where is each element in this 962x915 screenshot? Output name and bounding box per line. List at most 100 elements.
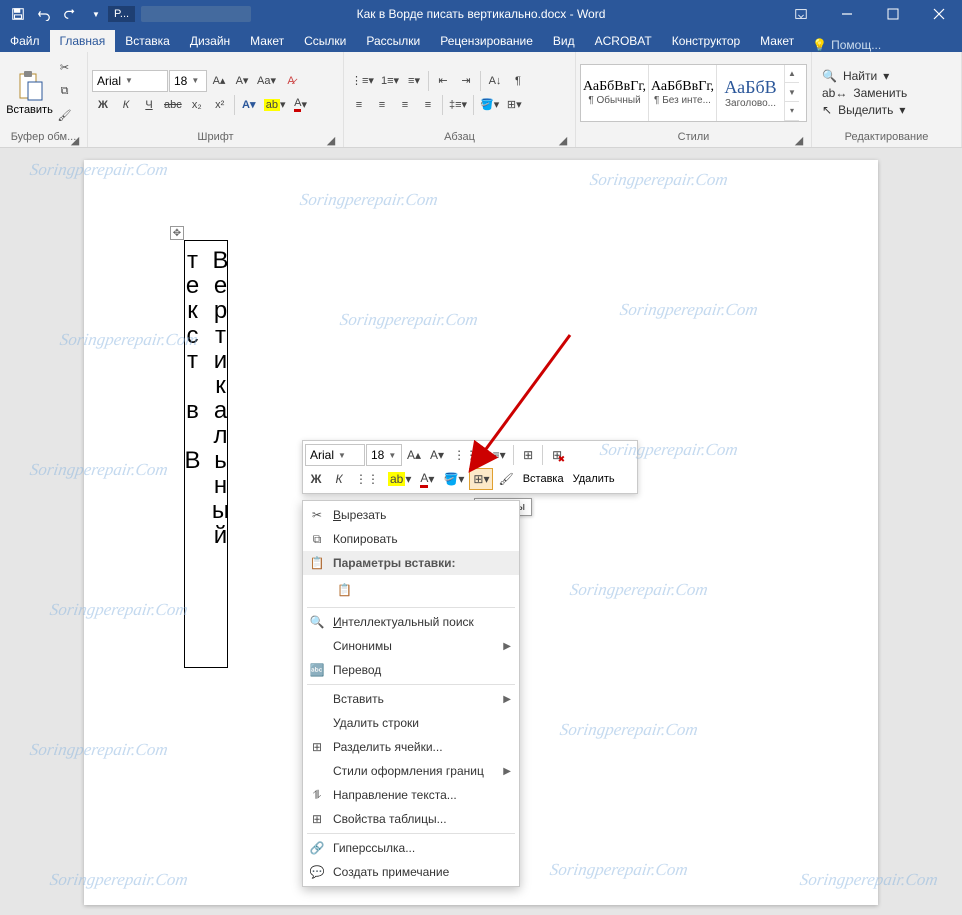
mini-fontcolor-icon[interactable]: A▾ bbox=[416, 468, 438, 490]
shading-icon[interactable]: 🪣▾ bbox=[477, 94, 502, 116]
change-case-icon[interactable]: Aa▾ bbox=[254, 70, 279, 92]
underline-button[interactable]: Ч bbox=[138, 94, 160, 116]
mini-insert-icon[interactable]: ⊞ bbox=[517, 444, 539, 466]
tab-file[interactable]: Файл bbox=[0, 30, 50, 52]
mini-shrink-icon[interactable]: A▾ bbox=[426, 444, 448, 466]
minimize-icon[interactable] bbox=[824, 0, 870, 28]
dialog-launcher-icon[interactable]: ◢ bbox=[557, 134, 569, 146]
tab-layout[interactable]: Макет bbox=[240, 30, 294, 52]
line-spacing-icon[interactable]: ‡≡▾ bbox=[446, 94, 470, 116]
mini-font-combo[interactable]: Arial▼ bbox=[305, 444, 365, 466]
tab-design[interactable]: Дизайн bbox=[180, 30, 240, 52]
table[interactable]: ✥ Вертикальный текст в В bbox=[184, 240, 228, 668]
gallery-down-icon[interactable]: ▼ bbox=[785, 83, 799, 102]
maximize-icon[interactable] bbox=[870, 0, 916, 28]
gallery-more-icon[interactable]: ▾ bbox=[785, 102, 799, 121]
tell-me[interactable]: 💡Помощ... bbox=[804, 38, 889, 52]
style-normal[interactable]: АаБбВвГг,¶ Обычный bbox=[581, 65, 649, 121]
decrease-indent-icon[interactable]: ⇤ bbox=[432, 70, 454, 92]
dialog-launcher-icon[interactable]: ◢ bbox=[325, 134, 337, 146]
close-icon[interactable] bbox=[916, 0, 962, 28]
mini-grow-icon[interactable]: A▴ bbox=[403, 444, 425, 466]
font-color-icon[interactable]: A▾ bbox=[290, 94, 312, 116]
mini-delete-label[interactable]: Удалить bbox=[569, 473, 619, 485]
align-center-icon[interactable]: ≡ bbox=[371, 94, 393, 116]
mini-painter-icon[interactable]: 🖌 bbox=[494, 468, 517, 490]
ctx-insert[interactable]: Вставить▶ bbox=[303, 687, 519, 711]
ctx-synonyms[interactable]: Синонимы▶ bbox=[303, 634, 519, 658]
ctx-border-styles[interactable]: Стили оформления границ▶ bbox=[303, 759, 519, 783]
mini-italic[interactable]: К bbox=[328, 468, 350, 490]
tab-review[interactable]: Рецензирование bbox=[430, 30, 543, 52]
mini-borders-button[interactable]: ⊞▾ bbox=[469, 468, 493, 490]
tab-references[interactable]: Ссылки bbox=[294, 30, 356, 52]
increase-indent-icon[interactable]: ⇥ bbox=[455, 70, 477, 92]
undo-icon[interactable] bbox=[32, 2, 56, 26]
text-effects-icon[interactable]: A▾ bbox=[238, 94, 260, 116]
ctx-new-comment[interactable]: 💬Создать примечание bbox=[303, 860, 519, 884]
mini-col-icon[interactable]: ⋮⋮ bbox=[351, 468, 383, 490]
find-button[interactable]: 🔍Найти ▾ bbox=[822, 69, 951, 83]
ctx-delete-rows[interactable]: Удалить строки bbox=[303, 711, 519, 735]
ribbon-options-icon[interactable] bbox=[778, 0, 824, 28]
shrink-font-icon[interactable]: A▾ bbox=[231, 70, 253, 92]
mini-styles-icon[interactable]: ⋮⋮▾ bbox=[449, 444, 487, 466]
save-icon[interactable] bbox=[6, 2, 30, 26]
clear-format-icon[interactable]: A̷ bbox=[280, 70, 302, 92]
ctx-split-cells[interactable]: ⊞Разделить ячейки... bbox=[303, 735, 519, 759]
align-right-icon[interactable]: ≡ bbox=[394, 94, 416, 116]
paste-option-icon[interactable]: 📋 bbox=[333, 579, 356, 601]
font-size-combo[interactable]: 18▼ bbox=[169, 70, 207, 92]
tab-insert[interactable]: Вставка bbox=[115, 30, 180, 52]
bold-button[interactable]: Ж bbox=[92, 94, 114, 116]
tab-home[interactable]: Главная bbox=[50, 30, 116, 52]
numbering-icon[interactable]: 1≡▾ bbox=[378, 70, 402, 92]
strike-button[interactable]: abc bbox=[161, 94, 185, 116]
tab-designer[interactable]: Конструктор bbox=[662, 30, 750, 52]
ctx-translate[interactable]: 🔤Перевод bbox=[303, 658, 519, 682]
mini-highlight-icon[interactable]: ab▾ bbox=[384, 468, 415, 490]
sort-icon[interactable]: A↓ bbox=[484, 70, 506, 92]
mini-size-combo[interactable]: 18▼ bbox=[366, 444, 402, 466]
superscript-button[interactable]: x² bbox=[209, 94, 231, 116]
dialog-launcher-icon[interactable]: ◢ bbox=[69, 134, 81, 146]
table-cell[interactable]: Вертикальный текст в В bbox=[184, 240, 228, 668]
font-name-combo[interactable]: Arial▼ bbox=[92, 70, 168, 92]
highlight-icon[interactable]: ab▾ bbox=[261, 94, 289, 116]
dialog-launcher-icon[interactable]: ◢ bbox=[793, 134, 805, 146]
copy-icon[interactable]: ⧉ bbox=[54, 80, 76, 102]
tab-view[interactable]: Вид bbox=[543, 30, 585, 52]
tab-acrobat[interactable]: ACROBAT bbox=[585, 30, 662, 52]
bullets-icon[interactable]: ⋮≡▾ bbox=[348, 70, 377, 92]
subscript-button[interactable]: x₂ bbox=[186, 94, 208, 116]
gallery-up-icon[interactable]: ▲ bbox=[785, 65, 799, 84]
replace-button[interactable]: ab↔Заменить bbox=[822, 86, 951, 100]
ctx-smart-lookup[interactable]: 🔍Интеллектуальный поиск bbox=[303, 610, 519, 634]
tab-layout2[interactable]: Макет bbox=[750, 30, 804, 52]
mini-delete-table-icon[interactable]: ⊞✖ bbox=[546, 444, 568, 466]
redo-icon[interactable] bbox=[58, 2, 82, 26]
borders-icon[interactable]: ⊞▾ bbox=[503, 94, 525, 116]
ctx-text-direction[interactable]: ⥮Направление текста... bbox=[303, 783, 519, 807]
mini-shading-icon[interactable]: 🪣▾ bbox=[439, 468, 468, 490]
user-badge[interactable]: P... bbox=[108, 6, 135, 22]
tab-mailings[interactable]: Рассылки bbox=[356, 30, 430, 52]
paste-button[interactable]: Вставить bbox=[10, 54, 50, 131]
format-painter-icon[interactable]: 🖌 bbox=[54, 104, 76, 126]
show-marks-icon[interactable]: ¶ bbox=[507, 70, 529, 92]
ctx-hyperlink[interactable]: 🔗Гиперссылка... bbox=[303, 836, 519, 860]
mini-align-icon[interactable]: ≡▾ bbox=[488, 444, 510, 466]
ctx-cut[interactable]: ✂Вырезать bbox=[303, 503, 519, 527]
ctx-copy[interactable]: ⧉Копировать bbox=[303, 527, 519, 551]
mini-bold[interactable]: Ж bbox=[305, 468, 327, 490]
italic-button[interactable]: К bbox=[115, 94, 137, 116]
qat-customize-icon[interactable]: ▼ bbox=[84, 2, 108, 26]
grow-font-icon[interactable]: A▴ bbox=[208, 70, 230, 92]
mini-insert-label[interactable]: Вставка bbox=[519, 473, 568, 485]
ctx-table-props[interactable]: ⊞Свойства таблицы... bbox=[303, 807, 519, 831]
justify-icon[interactable]: ≡ bbox=[417, 94, 439, 116]
align-left-icon[interactable]: ≡ bbox=[348, 94, 370, 116]
style-nospacing[interactable]: АаБбВвГг,¶ Без инте... bbox=[649, 65, 717, 121]
cut-icon[interactable]: ✂ bbox=[54, 56, 76, 78]
select-button[interactable]: ↖Выделить ▾ bbox=[822, 103, 951, 117]
